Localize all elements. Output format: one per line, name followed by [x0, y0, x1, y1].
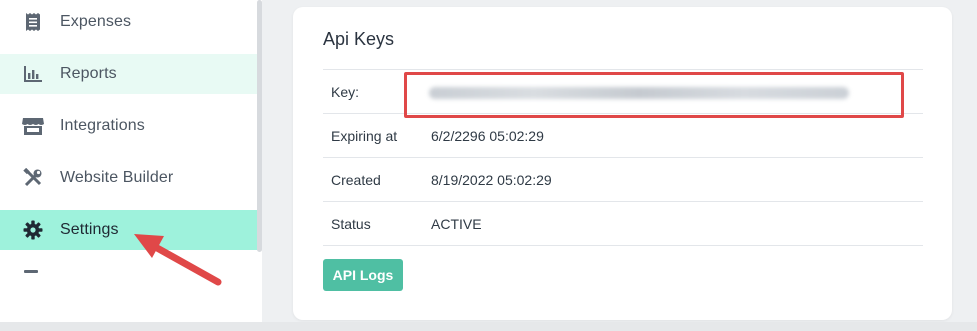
row-value: 8/19/2022 05:02:29: [431, 171, 552, 188]
card-title: Api Keys: [323, 29, 395, 49]
sidebar-item-integrations[interactable]: Integrations: [0, 106, 258, 146]
expiring-row: Expiring at 6/2/2296 05:02:29: [323, 113, 923, 157]
sidebar-item-label: Integrations: [60, 117, 145, 134]
status-row: Status ACTIVE: [323, 201, 923, 246]
sidebar-item-website-builder[interactable]: Website Builder: [0, 158, 258, 198]
status-value: ACTIVE: [431, 215, 482, 232]
bar-chart-icon: [22, 63, 44, 85]
sidebar-item-label: Settings: [60, 221, 119, 238]
sidebar-item-label: Website Builder: [60, 169, 174, 186]
row-label: Created: [331, 171, 381, 188]
sidebar-scrollbar[interactable]: [257, 0, 262, 252]
sidebar-item-partial-icon: [24, 270, 38, 273]
annotation-arrow-icon: [134, 234, 222, 286]
sidebar-item-label: Reports: [60, 65, 117, 82]
receipt-icon: [22, 11, 44, 33]
row-label: Expiring at: [331, 127, 398, 144]
sidebar-item-expenses[interactable]: Expenses: [0, 2, 258, 42]
sidebar-item-label: Expenses: [60, 13, 132, 30]
horizontal-scrollbar[interactable]: [0, 322, 977, 331]
api-keys-card: Api Keys Key: Expiring at 6/2/2296 05:02…: [293, 7, 952, 320]
row-value: 6/2/2296 05:02:29: [431, 127, 544, 144]
store-icon: [22, 115, 44, 137]
api-logs-button[interactable]: API Logs: [323, 259, 403, 291]
row-label: Status: [331, 215, 371, 232]
sidebar-item-reports[interactable]: Reports: [0, 54, 258, 94]
key-highlight-box: [404, 72, 904, 118]
tools-icon: [22, 167, 44, 189]
gear-icon: [22, 219, 44, 241]
created-row: Created 8/19/2022 05:02:29: [323, 157, 923, 201]
